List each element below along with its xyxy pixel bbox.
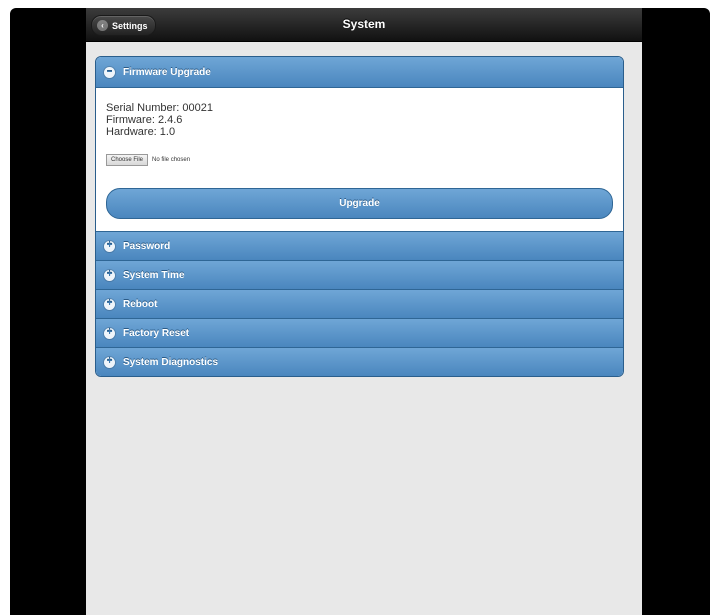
minus-circle-icon: – [104, 66, 115, 78]
page-title: System [342, 17, 386, 31]
system-time-header[interactable]: + System Time [96, 261, 623, 290]
password-title: Password [123, 240, 171, 252]
plus-circle-icon: + [104, 269, 115, 281]
reboot-title: Reboot [123, 298, 158, 310]
top-bar: ‹ Settings System [86, 8, 642, 42]
factory-reset-header[interactable]: + Factory Reset [96, 319, 623, 348]
firmware-upgrade-header[interactable]: – Firmware Upgrade [96, 57, 623, 88]
plus-circle-icon: + [104, 298, 115, 310]
choose-file-button[interactable]: Choose File [106, 154, 149, 166]
hardware-version: Hardware: 1.0 [106, 126, 176, 138]
upgrade-button[interactable]: Upgrade [106, 188, 613, 219]
firmware-upgrade-title: Firmware Upgrade [123, 66, 211, 78]
system-diagnostics-title: System Diagnostics [123, 356, 219, 368]
plus-circle-icon: + [104, 327, 115, 339]
reboot-header[interactable]: + Reboot [96, 290, 623, 319]
factory-reset-title: Factory Reset [123, 327, 190, 339]
serial-number: Serial Number: 00021 [106, 102, 214, 114]
password-header[interactable]: + Password [96, 232, 623, 261]
plus-circle-icon: + [104, 356, 115, 368]
accordion: – Firmware Upgrade Serial Number: 00021 … [95, 56, 624, 377]
firmware-version: Firmware: 2.4.6 [106, 114, 183, 126]
system-time-title: System Time [123, 269, 185, 281]
plus-circle-icon: + [104, 240, 115, 252]
file-input: Choose File No file chosen [106, 154, 613, 166]
device-frame: ‹ Settings System – Firmware Upgrade Ser… [10, 8, 710, 615]
screen: ‹ Settings System – Firmware Upgrade Ser… [86, 8, 642, 615]
firmware-upgrade-content: Serial Number: 00021 Firmware: 2.4.6 Har… [96, 88, 623, 232]
system-diagnostics-header[interactable]: + System Diagnostics [96, 348, 623, 376]
file-status: No file chosen [152, 157, 191, 163]
